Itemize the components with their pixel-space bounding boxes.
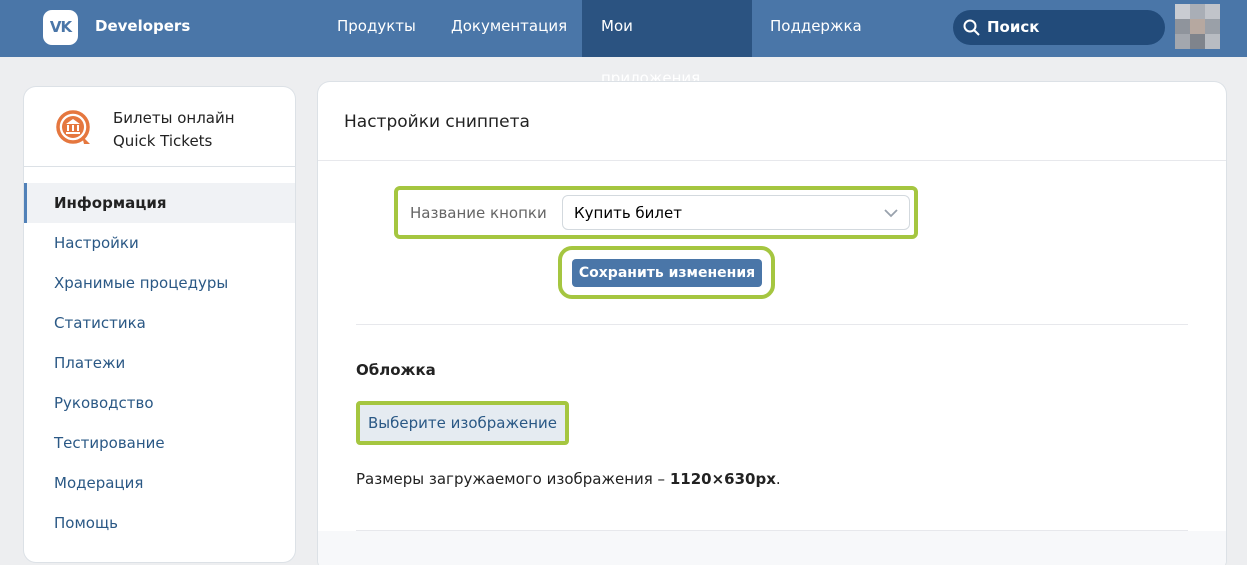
vk-logo[interactable]: VK xyxy=(43,10,78,45)
save-button[interactable]: Сохранить изменения xyxy=(572,259,762,287)
button-name-label: Название кнопки xyxy=(410,204,547,222)
sidebar: Билеты онлайн Quick Tickets Информация Н… xyxy=(24,87,295,562)
sidebar-item-moderation[interactable]: Модерация xyxy=(24,463,295,503)
cover-section-title: Обложка xyxy=(356,361,436,379)
choose-image-highlight: Выберите изображение xyxy=(356,401,569,445)
search-icon xyxy=(963,19,980,36)
size-note-prefix: Размеры загружаемого изображения – xyxy=(356,470,666,488)
top-header: VK Developers Продукты Документация Мои … xyxy=(0,0,1247,87)
app-subtitle: Quick Tickets xyxy=(113,132,213,150)
divider xyxy=(356,324,1188,325)
save-button-highlight: Сохранить изменения xyxy=(558,246,775,299)
sidebar-item-stored-procedures[interactable]: Хранимые процедуры xyxy=(24,263,295,303)
nav-my-apps[interactable]: Мои приложения xyxy=(582,0,752,87)
size-note-value: 1120×630px xyxy=(669,470,776,488)
button-name-select[interactable]: Купить билет xyxy=(562,195,910,230)
chevron-down-icon xyxy=(884,209,898,218)
sidebar-item-statistics[interactable]: Статистика xyxy=(24,303,295,343)
sidebar-item-testing[interactable]: Тестирование xyxy=(24,423,295,463)
divider xyxy=(356,530,1188,531)
image-size-note: Размеры загружаемого изображения – 1120×… xyxy=(356,470,781,488)
sidebar-item-payments[interactable]: Платежи xyxy=(24,343,295,383)
search-box[interactable]: Поиск xyxy=(953,10,1165,45)
search-input[interactable]: Поиск xyxy=(987,18,1039,36)
bank-icon xyxy=(56,110,90,144)
panel-footer-area xyxy=(318,531,1226,565)
sidebar-item-settings[interactable]: Настройки xyxy=(24,223,295,263)
app-title: Билеты онлайн xyxy=(113,109,235,127)
brand-title[interactable]: Developers xyxy=(95,17,190,35)
snippet-settings-panel: Настройки сниппета Название кнопки Купит… xyxy=(318,82,1226,565)
sidebar-item-info[interactable]: Информация xyxy=(24,183,295,223)
choose-image-button[interactable]: Выберите изображение xyxy=(360,405,565,441)
app-name: Билеты онлайн Quick Tickets xyxy=(113,107,235,153)
size-note-suffix: . xyxy=(775,470,781,488)
page-title: Настройки сниппета xyxy=(344,112,530,132)
button-name-row: Название кнопки Купить билет xyxy=(394,186,918,239)
nav-docs[interactable]: Документация xyxy=(432,0,586,57)
avatar[interactable] xyxy=(1175,4,1220,49)
nav-support[interactable]: Поддержка xyxy=(751,0,881,57)
sidebar-item-guide[interactable]: Руководство xyxy=(24,383,295,423)
divider xyxy=(24,166,295,167)
divider xyxy=(318,160,1226,161)
sidebar-item-help[interactable]: Помощь xyxy=(24,503,295,543)
button-name-value: Купить билет xyxy=(574,204,682,222)
nav-products[interactable]: Продукты xyxy=(318,0,435,57)
